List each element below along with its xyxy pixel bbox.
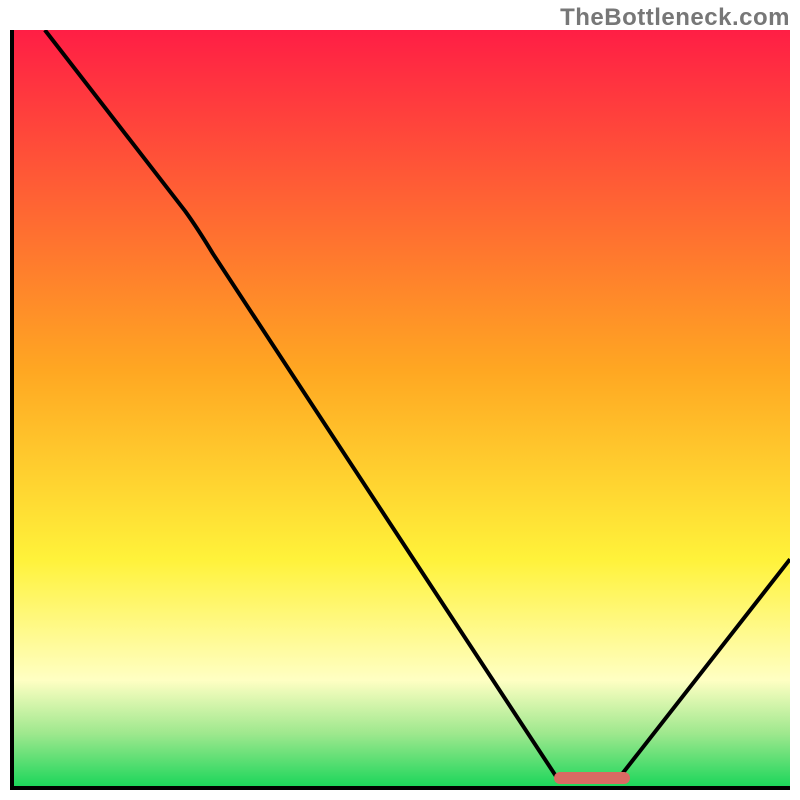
chart-stage: TheBottleneck.com (0, 0, 800, 800)
bottleneck-curve (14, 30, 790, 786)
watermark-text: TheBottleneck.com (560, 4, 790, 32)
plot-area (10, 30, 790, 790)
optimal-range-marker (554, 772, 630, 784)
